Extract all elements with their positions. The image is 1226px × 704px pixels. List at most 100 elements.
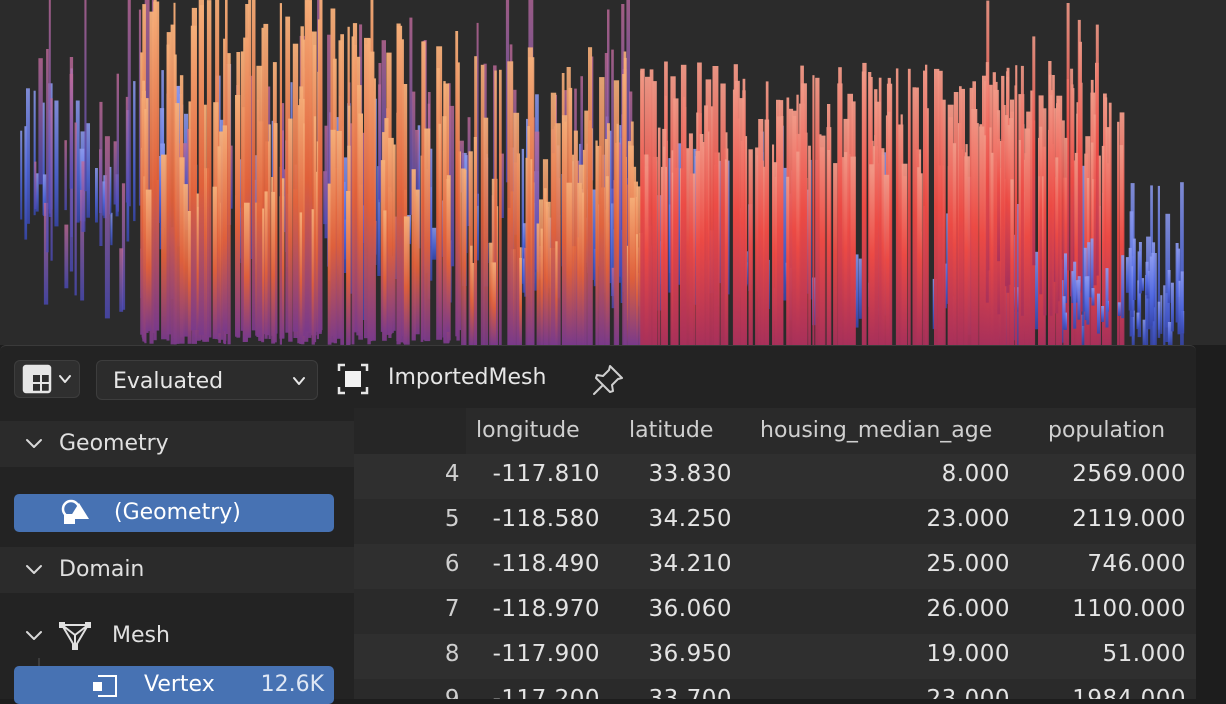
bar-mark — [1095, 24, 1099, 276]
bar-mark — [605, 176, 609, 345]
bar-mark — [330, 129, 336, 343]
bar-mark — [336, 130, 342, 339]
bar-mark — [724, 159, 728, 345]
table-row: 5 -118.580 34.250 23.000 2119.000 — [354, 499, 1196, 544]
geometry-item[interactable]: (Geometry) — [14, 494, 334, 532]
bar-mark — [833, 163, 838, 345]
cell-index: 4 — [444, 461, 460, 487]
bar-mark — [145, 189, 152, 332]
bar-mark — [378, 84, 381, 200]
bar-mark — [288, 118, 293, 342]
bar-mark — [519, 257, 522, 345]
object-icon — [337, 363, 369, 395]
bar-mark — [1138, 242, 1142, 294]
object-name: ImportedMesh — [388, 365, 547, 390]
bar-mark — [212, 186, 217, 339]
bar-mark — [536, 223, 540, 345]
editor-type-button[interactable] — [14, 360, 80, 398]
bar-mark — [455, 31, 459, 337]
bar-mark — [424, 128, 431, 342]
bar-mark — [616, 123, 619, 345]
bar-mark — [792, 115, 797, 345]
bar-mark — [1097, 293, 1100, 334]
bar-mark — [69, 73, 74, 189]
bar-mark — [875, 101, 881, 345]
bar-mark — [227, 53, 231, 345]
geometry-section-header[interactable]: Geometry — [0, 421, 354, 467]
domain-section-title: Domain — [59, 557, 145, 582]
cell-population: 746.000 — [1087, 551, 1186, 577]
bar-mark — [110, 212, 113, 246]
bar-mark — [758, 119, 764, 345]
cell-longitude: -117.900 — [492, 641, 600, 667]
dataset-panel: Geometry (Geometry) Domain Mesh Vertex 1… — [0, 408, 354, 704]
bar-mark — [566, 182, 572, 345]
bar-mark — [235, 95, 241, 337]
bar-mark — [812, 75, 815, 345]
bar-mark — [264, 191, 268, 339]
bar-mark — [369, 51, 375, 341]
bar-mark — [499, 69, 502, 345]
bar-mark — [251, 0, 256, 331]
bar-mark — [952, 143, 957, 345]
table-row: 8 -117.900 36.950 19.000 51.000 — [354, 634, 1196, 679]
column-header-latitude[interactable]: latitude — [629, 418, 713, 443]
bar-mark — [46, 49, 49, 253]
column-header-population[interactable]: population — [1048, 418, 1165, 443]
bar-mark — [388, 137, 394, 333]
domain-section-header[interactable]: Domain — [0, 547, 354, 593]
cell-index: 9 — [444, 686, 460, 699]
cell-longitude: -118.490 — [492, 551, 600, 577]
bar-mark — [119, 248, 124, 312]
bar-mark — [190, 25, 197, 331]
bar-mark — [979, 126, 985, 345]
bar-mark — [599, 77, 605, 345]
cell-longitude: -117.200 — [492, 686, 600, 699]
bar-mark — [901, 163, 908, 345]
bar-mark — [20, 130, 23, 220]
bar-mark — [104, 136, 110, 319]
bar-mark — [513, 112, 520, 345]
cell-index: 7 — [444, 596, 460, 622]
bar-mark — [764, 119, 770, 345]
bar-mark — [1136, 312, 1140, 330]
bar-mark — [271, 191, 276, 344]
bar-mark — [827, 150, 830, 345]
spreadsheet-table[interactable]: 4 -117.810 33.830 8.000 2569.000 5 -118.580 34.… — [354, 408, 1196, 699]
bar-mark — [883, 174, 890, 345]
pin-icon[interactable] — [590, 362, 626, 398]
bar-mark — [595, 140, 598, 345]
editor-header: Evaluated ImportedMesh — [0, 346, 1196, 408]
mesh-tree-item[interactable]: Mesh — [0, 613, 354, 659]
bar-mark — [1157, 301, 1161, 338]
vertex-label: Vertex — [144, 672, 215, 697]
evaluation-mode-dropdown[interactable]: Evaluated — [96, 360, 318, 400]
bar-mark — [351, 36, 355, 345]
bar-mark — [581, 192, 584, 345]
3d-viewport[interactable] — [0, 0, 1226, 345]
column-header-housing-median-age[interactable]: housing_median_age — [760, 418, 992, 443]
bar-mark — [358, 113, 363, 340]
bar-mark — [64, 224, 69, 289]
cell-housing-median-age: 19.000 — [926, 641, 1010, 667]
bar-mark — [1149, 256, 1153, 326]
bar-mark — [1128, 247, 1132, 311]
bar-mark — [1077, 279, 1081, 320]
bar-mark — [739, 98, 745, 345]
bar-mark — [1125, 257, 1129, 293]
bar-mark — [772, 162, 778, 345]
bar-mark — [38, 58, 43, 185]
bar-mark — [127, 0, 131, 207]
bar-mark — [704, 105, 708, 345]
bar-mark — [74, 122, 77, 296]
bar-mark — [86, 123, 90, 218]
bar-mark — [166, 44, 170, 341]
cell-housing-median-age: 26.000 — [926, 596, 1010, 622]
bar-field-render — [20, 0, 1185, 345]
vertex-domain-item[interactable]: Vertex 12.6K — [14, 666, 334, 704]
bar-mark — [34, 161, 37, 210]
cell-latitude: 36.950 — [648, 641, 732, 667]
column-header-longitude[interactable]: longitude — [476, 418, 580, 443]
bar-mark — [1079, 41, 1082, 293]
bar-mark — [786, 176, 790, 345]
